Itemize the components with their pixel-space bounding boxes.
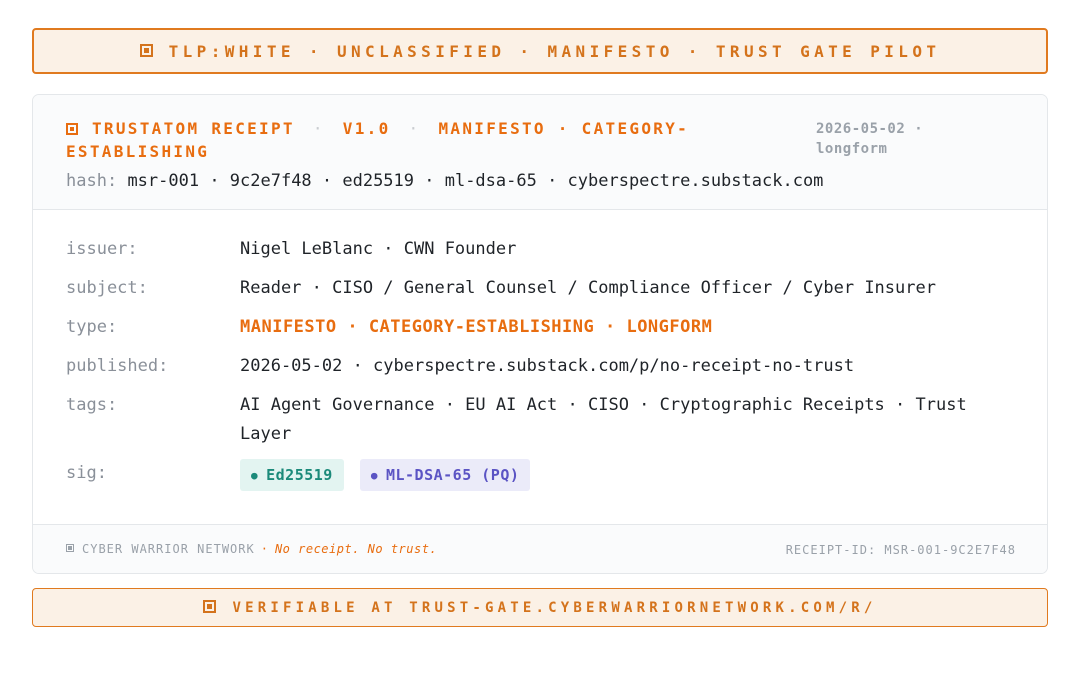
field-sig: sig: ● Ed25519 ● ML-DSA-65 (PQ) <box>66 459 1026 491</box>
dot-icon: ● <box>370 469 378 482</box>
square-bullet-icon <box>66 122 78 135</box>
receipt-header: TRUSTATOM RECEIPT · V1.0 · MANIFESTO · CATEG… <box>33 95 1047 210</box>
receipt-label: TRUSTATOM RECEIPT <box>92 119 295 138</box>
receipt-hash: hash: msr-001 · 9c2e7f48 · ed25519 · ml-… <box>66 171 823 191</box>
hash-label: hash: <box>66 171 118 191</box>
receipt-date-block: 2026-05-02 · longform <box>816 119 1016 159</box>
field-label: subject: <box>66 278 148 298</box>
sig-badge-mldsa: ● ML-DSA-65 (PQ) <box>359 459 531 491</box>
receipt-title: TRUSTATOM RECEIPT · V1.0 · MANIFESTO · CATEG… <box>66 119 690 161</box>
dot-icon: ● <box>251 469 259 482</box>
sig-chips: ● Ed25519 ● ML-DSA-65 (PQ) <box>240 459 1026 491</box>
sig-badge-ed25519: ● Ed25519 <box>240 459 344 491</box>
field-value: AI Agent Governance · EU AI Act · CISO ·… <box>240 395 967 444</box>
field-subject: subject: Reader · CISO / General Counsel… <box>66 274 1026 303</box>
field-label: tags: <box>66 395 118 415</box>
field-value: Nigel LeBlanc · CWN Founder <box>240 239 517 259</box>
receipt-footer: CYBER WARRIOR NETWORK · No receipt. No tru… <box>33 524 1047 573</box>
field-label: sig: <box>66 463 107 483</box>
motto: No receipt. No trust. <box>274 542 438 556</box>
verify-link[interactable]: VERIFIABLE AT TRUST-GATE.CYBERWARRIORNET… <box>232 600 876 616</box>
tlp-banner-text: TLP:WHITE · UNCLASSIFIED · MANIFESTO · T… <box>168 41 941 61</box>
square-bullet-icon <box>139 43 153 57</box>
receipt-date: 2026-05-02 · <box>816 121 924 137</box>
field-label: type: <box>66 317 118 337</box>
field-issuer: issuer: Nigel LeBlanc · CWN Founder <box>66 235 1026 264</box>
field-tags: tags: AI Agent Governance · EU AI Act · … <box>66 391 1026 449</box>
receipt-id: RECEIPT-ID: MSR-001-9C2E7F48 <box>785 543 1016 557</box>
receipt-fields: issuer: Nigel LeBlanc · CWN Founder subj… <box>66 235 1026 501</box>
field-type: type: MANIFESTO · CATEGORY-ESTABLISHING … <box>66 313 1026 342</box>
field-value: Reader · CISO / General Counsel / Compli… <box>240 278 936 298</box>
tlp-banner: TLP:WHITE · UNCLASSIFIED · MANIFESTO · T… <box>32 28 1048 74</box>
field-label: issuer: <box>66 239 138 259</box>
field-value: MANIFESTO · CATEGORY-ESTABLISHING · LONG… <box>240 317 713 337</box>
square-bullet-icon <box>203 600 217 613</box>
square-bullet-icon <box>66 544 74 552</box>
published-link[interactable]: 2026-05-02 · cyberspectre.substack.com/p… <box>240 352 1026 381</box>
verify-banner: VERIFIABLE AT TRUST-GATE.CYBERWARRIORNET… <box>32 588 1048 627</box>
receipt-card: TRUSTATOM RECEIPT · V1.0 · MANIFESTO · CATEG… <box>32 94 1048 574</box>
field-published: published: 2026-05-02 · cyberspectre.sub… <box>66 352 1026 381</box>
org-name: CYBER WARRIOR NETWORK <box>82 542 255 556</box>
receipt-format: longform <box>816 141 888 157</box>
footer-org: CYBER WARRIOR NETWORK · No receipt. No tru… <box>66 542 437 556</box>
field-label: published: <box>66 356 169 376</box>
hash-value: msr-001 · 9c2e7f48 · ed25519 · ml-dsa-65… <box>127 171 824 191</box>
receipt-version: V1.0 <box>342 119 391 138</box>
